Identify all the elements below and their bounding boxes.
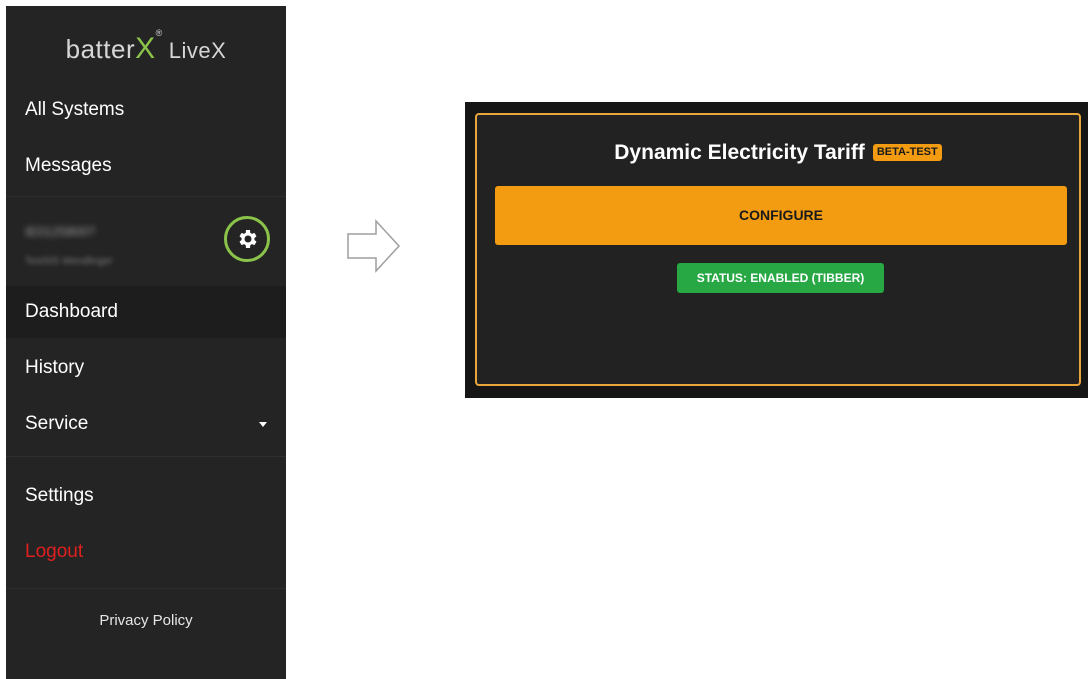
panel-title: Dynamic Electricity Tariff BETA-TEST	[477, 141, 1079, 165]
nav-all-systems[interactable]: All Systems	[6, 84, 286, 136]
sidebar: batterX®LiveX All Systems Messages IE012…	[6, 6, 286, 679]
configure-button[interactable]: CONFIGURE	[495, 186, 1067, 245]
nav-logout[interactable]: Logout	[6, 526, 286, 578]
privacy-policy-link[interactable]: Privacy Policy	[6, 612, 286, 629]
divider	[6, 196, 286, 197]
panel-title-text: Dynamic Electricity Tariff	[614, 141, 865, 164]
nav-settings[interactable]: Settings	[6, 470, 286, 522]
status-badge: STATUS: ENABLED (TIBBER)	[677, 263, 884, 293]
device-settings-button[interactable]	[224, 216, 270, 262]
nav-history[interactable]: History	[6, 342, 286, 394]
divider	[6, 456, 286, 457]
nav-messages[interactable]: Messages	[6, 140, 286, 192]
beta-badge: BETA-TEST	[872, 144, 942, 161]
divider	[6, 588, 286, 589]
tariff-panel: Dynamic Electricity Tariff BETA-TEST CONF…	[475, 113, 1081, 386]
device-selector[interactable]: IE0125800? TestSIS Wendlinger	[6, 206, 286, 290]
nav-service-label: Service	[25, 413, 89, 434]
product-name: LiveX	[168, 38, 227, 63]
device-name: TestSIS Wendlinger	[25, 256, 113, 267]
brand-logo[interactable]: batterX®LiveX	[6, 28, 286, 66]
caret-down-icon	[259, 422, 267, 427]
arrow-right-icon	[347, 219, 401, 273]
nav-dashboard[interactable]: Dashboard	[6, 286, 286, 338]
device-id: IE0125800?	[25, 224, 96, 239]
tariff-panel-frame: Dynamic Electricity Tariff BETA-TEST CONF…	[465, 102, 1088, 398]
gear-icon	[239, 230, 257, 248]
nav-service[interactable]: Service	[6, 398, 286, 450]
